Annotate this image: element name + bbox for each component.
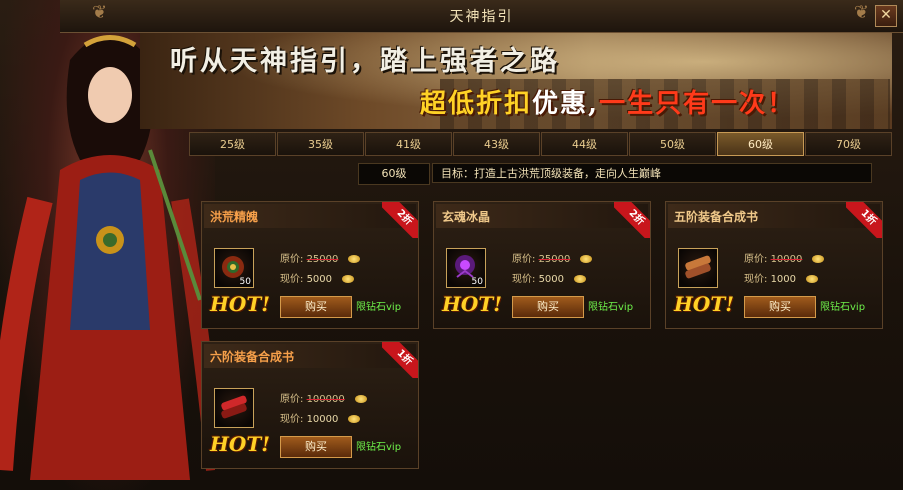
item-name: 玄魂冰晶 xyxy=(442,210,491,224)
hot-label: HOT! xyxy=(210,432,270,456)
item-name: 洪荒精魄 xyxy=(210,210,259,224)
tab-level-41[interactable]: 41级 xyxy=(365,132,452,156)
vip-restriction: 限钻石vip xyxy=(820,302,866,313)
vip-restriction: 限钻石vip xyxy=(356,302,402,313)
hot-label: HOT! xyxy=(442,292,502,316)
original-price: 100000 xyxy=(306,394,345,405)
gold-ingot-icon xyxy=(812,255,825,263)
banner-slogan-bottom: 超低折扣优惠,一生只有一次！ xyxy=(420,83,795,120)
gold-ingot-icon xyxy=(348,255,361,263)
current-price-row: 现价: 10000 xyxy=(280,410,361,425)
ice-crystal-icon[interactable]: 50 xyxy=(446,248,486,288)
slogan-once: 一生只有一次！ xyxy=(599,89,796,119)
buy-button[interactable]: 购买 xyxy=(744,296,816,318)
slogan-offer: 优惠, xyxy=(532,89,600,119)
discount-ribbon: 2折 xyxy=(382,202,418,238)
current-price: 1000 xyxy=(770,274,797,285)
original-price: 10000 xyxy=(770,254,803,265)
tab-level-50[interactable]: 50级 xyxy=(629,132,716,156)
current-price: 5000 xyxy=(306,274,333,285)
item-quantity: 50 xyxy=(471,277,483,287)
title-bar: ❦ 天神指引 ❦ ✕ xyxy=(60,0,903,33)
item-card-honghuang: 洪荒精魄 2折 50 HOT! 原价: 25000 现价: 5000 购买 限钻… xyxy=(201,201,419,329)
tab-level-70[interactable]: 70级 xyxy=(805,132,892,156)
close-button[interactable]: ✕ xyxy=(875,5,897,27)
level-tabs: 25级 35级 41级 43级 44级 50级 60级 70级 xyxy=(189,132,892,156)
scroll-book-icon[interactable] xyxy=(214,388,254,428)
gold-ingot-icon xyxy=(348,415,361,423)
original-price-row: 原价: 25000 xyxy=(512,250,593,265)
buy-button[interactable]: 购买 xyxy=(280,296,352,318)
current-price-label: 现价: xyxy=(744,274,768,285)
original-price-label: 原价: xyxy=(512,254,536,265)
original-price: 25000 xyxy=(538,254,571,265)
item-card-xuanhun: 玄魂冰晶 2折 50 HOT! 原价: 25000 现价: 5000 购买 限钻… xyxy=(433,201,651,329)
original-price-row: 原价: 100000 xyxy=(280,390,367,405)
current-price-row: 现价: 5000 xyxy=(280,270,355,285)
gold-ingot-icon xyxy=(806,275,819,283)
current-price: 5000 xyxy=(538,274,565,285)
gold-ingot-icon xyxy=(574,275,587,283)
discount-ribbon: 2折 xyxy=(614,202,650,238)
original-price-row: 原价: 25000 xyxy=(280,250,361,265)
current-price-row: 现价: 1000 xyxy=(744,270,819,285)
discount-badge: 2折 xyxy=(614,202,650,238)
original-price-label: 原价: xyxy=(280,394,304,405)
vip-restriction: 限钻石vip xyxy=(588,302,634,313)
discount-badge: 1折 xyxy=(382,342,418,378)
original-price-label: 原价: xyxy=(744,254,768,265)
ornament-right: ❦ xyxy=(853,2,869,23)
vip-restriction: 限钻石vip xyxy=(356,442,402,453)
item-card-fifth-tier-book: 五阶装备合成书 1折 HOT! 原价: 10000 现价: 1000 购买 限钻… xyxy=(665,201,883,329)
original-price-row: 原价: 10000 xyxy=(744,250,825,265)
item-name: 六阶装备合成书 xyxy=(210,350,295,364)
gold-ingot-icon xyxy=(354,395,367,403)
original-price-label: 原价: xyxy=(280,254,304,265)
discount-ribbon: 1折 xyxy=(382,342,418,378)
current-price-label: 现价: xyxy=(512,274,536,285)
buy-button[interactable]: 购买 xyxy=(280,436,352,458)
tab-level-25[interactable]: 25级 xyxy=(189,132,276,156)
gold-ingot-icon xyxy=(580,255,593,263)
current-price-row: 现价: 5000 xyxy=(512,270,587,285)
target-description: 目标：打造上古洪荒顶级装备，走向人生巅峰 xyxy=(432,163,872,183)
item-card-sixth-tier-book: 六阶装备合成书 1折 HOT! 原价: 100000 现价: 10000 购买 … xyxy=(201,341,419,469)
buy-button[interactable]: 购买 xyxy=(512,296,584,318)
tab-level-60[interactable]: 60级 xyxy=(717,132,804,156)
current-price-label: 现价: xyxy=(280,414,304,425)
slogan-discount: 超低折扣 xyxy=(420,89,533,119)
current-price-label: 现价: xyxy=(280,274,304,285)
discount-ribbon: 1折 xyxy=(846,202,882,238)
tab-level-35[interactable]: 35级 xyxy=(277,132,364,156)
tab-level-43[interactable]: 43级 xyxy=(453,132,540,156)
current-level-label: 60级 xyxy=(358,163,430,185)
hot-label: HOT! xyxy=(674,292,734,316)
tab-level-44[interactable]: 44级 xyxy=(541,132,628,156)
banner-slogan-top: 听从天神指引，踏上强者之路 xyxy=(170,46,560,77)
discount-badge: 1折 xyxy=(846,202,882,238)
item-name: 五阶装备合成书 xyxy=(674,210,759,224)
original-price: 25000 xyxy=(306,254,339,265)
current-price: 10000 xyxy=(306,414,339,425)
item-quantity: 50 xyxy=(239,277,251,287)
window-frame: ❦ 天神指引 ❦ ✕ 听从天神指引，踏上强者之路 超低折扣优惠,一生只有一次！ … xyxy=(0,0,903,490)
promo-banner: 听从天神指引，踏上强者之路 超低折扣优惠,一生只有一次！ xyxy=(140,33,892,129)
hot-label: HOT! xyxy=(210,292,270,316)
gold-ingot-icon xyxy=(342,275,355,283)
window-title: 天神指引 xyxy=(449,9,514,25)
scroll-book-icon[interactable] xyxy=(678,248,718,288)
discount-badge: 2折 xyxy=(382,202,418,238)
spirit-orb-icon[interactable]: 50 xyxy=(214,248,254,288)
